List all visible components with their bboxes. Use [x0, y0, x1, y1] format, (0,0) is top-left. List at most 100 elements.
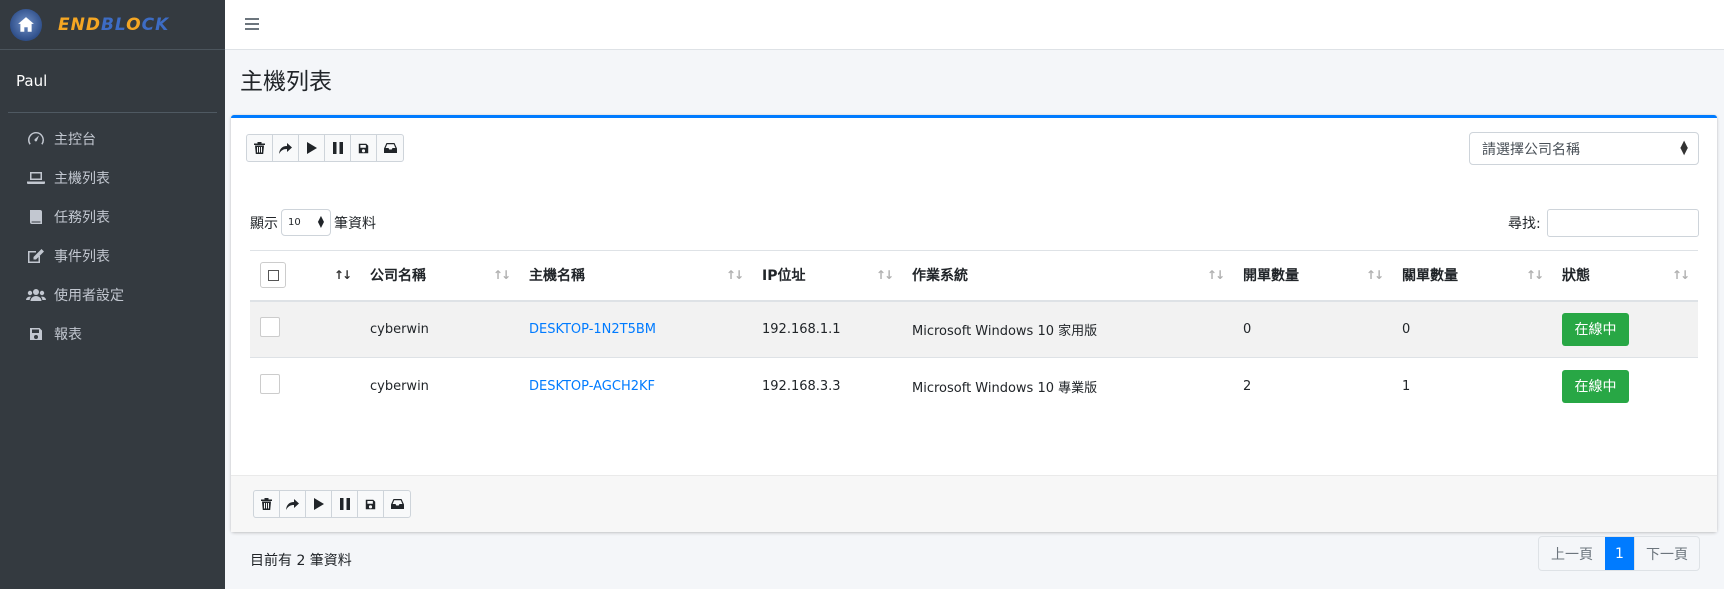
sort-icon: ↑↓	[1206, 268, 1225, 282]
sort-icon: ↑↓	[1671, 268, 1690, 282]
share-icon	[286, 498, 299, 510]
delete-button[interactable]	[254, 491, 280, 517]
save-icon	[365, 499, 376, 509]
col-status[interactable]: 狀態 ↑↓	[1552, 250, 1698, 302]
row-checkbox[interactable]	[260, 374, 280, 395]
status-button[interactable]: 在線中	[1562, 369, 1629, 403]
share-button[interactable]	[273, 135, 299, 161]
sidebar-item-label: 報表	[54, 326, 82, 343]
company-select-value: 請選擇公司名稱	[1482, 141, 1580, 158]
search-input[interactable]	[1546, 209, 1699, 237]
brand-name: ENDBLOCK	[58, 14, 170, 35]
col-host[interactable]: 主機名稱 ↑↓	[519, 250, 752, 302]
sort-asc-icon: ↑↓	[333, 268, 352, 282]
sidebar-item-label: 主機列表	[54, 170, 110, 187]
page-length-control: 顯示 10 ▲ ▼ 筆資料	[250, 209, 376, 236]
share-button[interactable]	[280, 491, 306, 517]
trash-icon	[254, 142, 265, 154]
cell-os: Microsoft Windows 10 專業版	[902, 357, 1233, 415]
length-suffix: 筆資料	[334, 215, 376, 232]
sort-icon: ↑↓	[1525, 268, 1544, 282]
page-length-select[interactable]: 10 ▲ ▼	[281, 209, 331, 236]
next-page-button[interactable]: 下一頁	[1634, 537, 1699, 570]
save-button[interactable]	[358, 491, 384, 517]
search-control: 尋找:	[1508, 209, 1699, 237]
cell-ip: 192.168.3.3	[752, 357, 902, 415]
top-toolbar	[246, 134, 404, 162]
status-button[interactable]: 在線中	[1562, 312, 1629, 346]
dashboard-icon	[24, 131, 48, 147]
inbox-button[interactable]	[377, 135, 403, 161]
play-button[interactable]	[306, 491, 332, 517]
host-link[interactable]: DESKTOP-1N2T5BM	[529, 322, 656, 337]
card-footer	[231, 475, 1717, 532]
edit-icon	[24, 248, 48, 264]
prev-page-button[interactable]: 上一頁	[1539, 537, 1605, 570]
cell-closed-count: 1	[1392, 357, 1552, 415]
pagination: 上一頁 1 下一頁	[1538, 536, 1700, 571]
play-icon	[313, 498, 324, 510]
sidebar-item-reports[interactable]: 報表	[8, 314, 217, 353]
company-select[interactable]: 請選擇公司名稱 ▲ ▼	[1469, 132, 1699, 165]
sidebar-nav: 主控台 主機列表 任務列表 事件列表 使用者設定 報表	[0, 119, 225, 353]
cell-open-count: 0	[1233, 300, 1392, 358]
row-checkbox[interactable]	[260, 317, 280, 338]
hosts-table: ↑↓ 公司名稱 ↑↓ 主機名稱 ↑↓ IP位址 ↑↓ 作業系統 ↑↓ 開單數量 ↑↓ 關單…	[250, 250, 1698, 415]
sidebar-item-events[interactable]: 事件列表	[8, 236, 217, 275]
hosts-card: 請選擇公司名稱 ▲ ▼ 顯示 10 ▲ ▼ 筆資料 尋找: ↑↓ 公司名稱 ↑↓ 主機…	[231, 115, 1717, 571]
menu-toggle-icon[interactable]	[245, 14, 259, 35]
inbox-button[interactable]	[384, 491, 410, 517]
table-row: cyberwin DESKTOP-AGCH2KF 192.168.3.3 Mic…	[250, 357, 1698, 415]
cell-closed-count: 0	[1392, 300, 1552, 358]
laptop-icon	[24, 171, 48, 185]
cell-company: cyberwin	[360, 357, 519, 415]
table-row: cyberwin DESKTOP-1N2T5BM 192.168.1.1 Mic…	[250, 300, 1698, 358]
page-title: 主機列表	[240, 69, 332, 95]
pause-button[interactable]	[332, 491, 358, 517]
host-link[interactable]: DESKTOP-AGCH2KF	[529, 379, 655, 394]
users-icon	[24, 288, 48, 302]
bottom-toolbar	[253, 490, 411, 518]
top-navbar	[225, 0, 1724, 50]
save-button[interactable]	[351, 135, 377, 161]
col-company[interactable]: 公司名稱 ↑↓	[360, 250, 519, 302]
sidebar-item-dashboard[interactable]: 主控台	[8, 119, 217, 158]
sort-icon: ↑↓	[725, 268, 744, 282]
pause-button[interactable]	[325, 135, 351, 161]
brand[interactable]: ENDBLOCK	[0, 0, 225, 50]
sidebar-item-hosts[interactable]: 主機列表	[8, 158, 217, 197]
sidebar-item-label: 事件列表	[54, 248, 110, 265]
sidebar-item-users[interactable]: 使用者設定	[8, 275, 217, 314]
sidebar-item-tasks[interactable]: 任務列表	[8, 197, 217, 236]
col-open-count[interactable]: 開單數量 ↑↓	[1233, 250, 1392, 302]
cell-os: Microsoft Windows 10 家用版	[902, 300, 1233, 358]
user-panel[interactable]: Paul	[8, 50, 217, 113]
page-1-button[interactable]: 1	[1605, 537, 1634, 570]
trash-icon	[261, 498, 272, 510]
col-closed-count[interactable]: 關單數量 ↑↓	[1392, 250, 1552, 302]
user-name[interactable]: Paul	[16, 72, 47, 90]
sort-icon: ↑↓	[875, 268, 894, 282]
row-sort-header[interactable]: ↑↓	[312, 250, 360, 302]
select-caret-icon: ▲ ▼	[317, 214, 324, 229]
select-all-header[interactable]	[250, 250, 312, 302]
sidebar-item-label: 使用者設定	[54, 287, 124, 304]
save-icon	[24, 327, 48, 341]
sort-icon: ↑↓	[492, 268, 511, 282]
cell-open-count: 2	[1233, 357, 1392, 415]
table-info: 目前有 2 筆資料	[250, 553, 352, 569]
col-os[interactable]: 作業系統 ↑↓	[902, 250, 1233, 302]
select-caret-icon: ▲ ▼	[1680, 139, 1688, 157]
sidebar-item-label: 任務列表	[54, 209, 110, 226]
delete-button[interactable]	[247, 135, 273, 161]
save-icon	[358, 143, 369, 153]
house-logo-icon	[10, 8, 42, 41]
col-ip[interactable]: IP位址 ↑↓	[752, 250, 902, 302]
select-all-checkbox[interactable]	[260, 262, 286, 289]
sort-icon: ↑↓	[1365, 268, 1384, 282]
page-length-value: 10	[288, 217, 301, 228]
search-label: 尋找:	[1508, 216, 1541, 232]
inbox-icon	[383, 143, 397, 153]
play-button[interactable]	[299, 135, 325, 161]
pause-icon	[339, 498, 350, 510]
